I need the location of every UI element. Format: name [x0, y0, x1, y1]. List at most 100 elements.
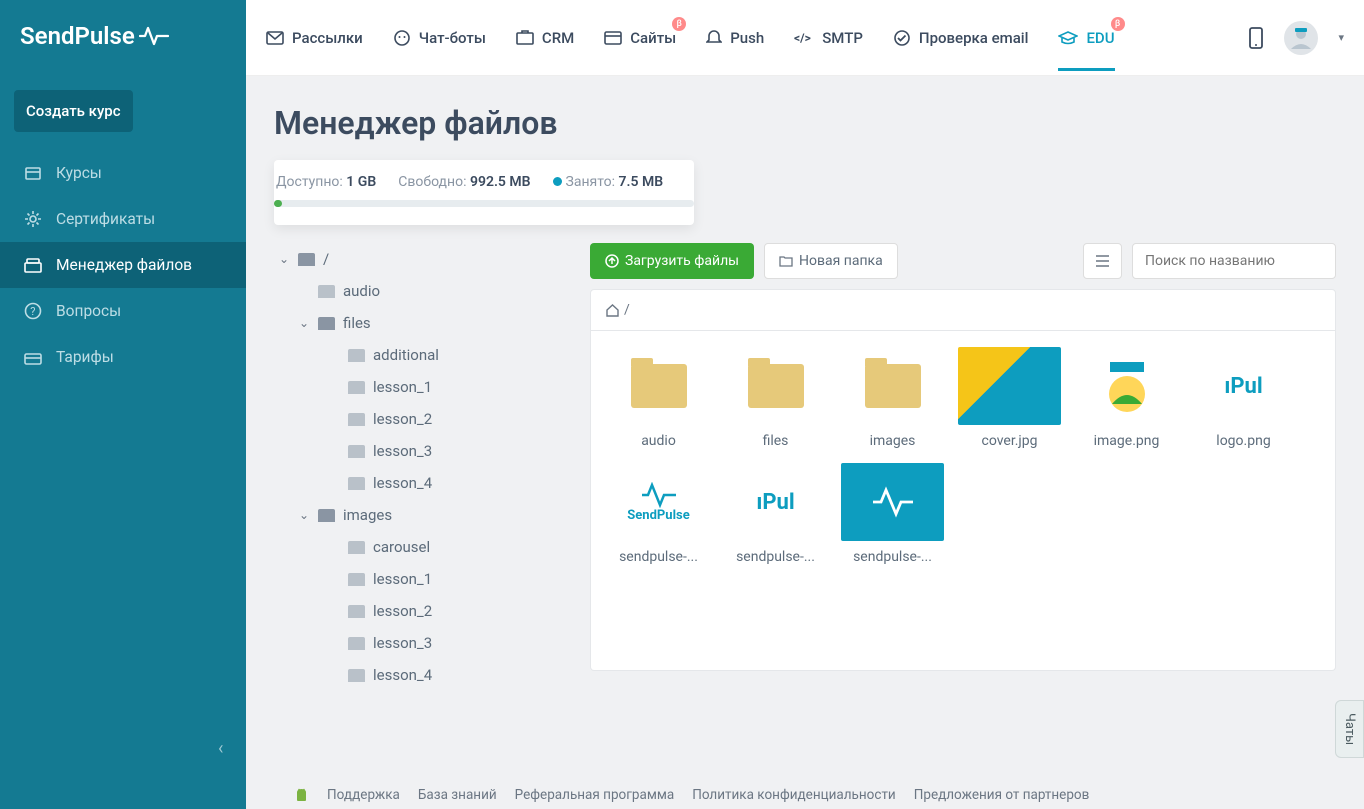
nav-Рассылки[interactable]: Рассылки [266, 29, 363, 47]
tree-node[interactable]: ⌄images [274, 499, 570, 531]
mobile-icon[interactable] [1248, 27, 1264, 49]
folder-icon [348, 445, 365, 458]
tree-node[interactable]: lesson_2 [274, 403, 570, 435]
sidebar-item-0[interactable]: Курсы [0, 150, 246, 196]
main-content: Менеджер файлов Доступно: 1 GB Свободно:… [246, 76, 1364, 783]
image-thumb [958, 347, 1061, 425]
footer-link[interactable]: База знаний [418, 787, 497, 803]
tree-node[interactable]: lesson_3 [274, 627, 570, 659]
beta-badge: β [1111, 17, 1125, 31]
nav-Проверка email[interactable]: Проверка email [893, 29, 1029, 47]
footer-link[interactable]: Поддержка [327, 787, 400, 803]
search-input[interactable] [1132, 243, 1336, 279]
file-grid: audiofilesimagescover.jpgimage.pngıPullo… [590, 331, 1336, 671]
caret-icon: ⌄ [298, 316, 310, 330]
folder-icon [348, 413, 365, 426]
sidebar-icon [24, 258, 42, 273]
chat-tab[interactable]: Чаты [1335, 700, 1364, 758]
file-tile[interactable]: SendPulse sendpulse-... [607, 463, 710, 565]
tree-node[interactable]: lesson_3 [274, 435, 570, 467]
file-name: sendpulse-... [724, 549, 827, 565]
folder-icon [348, 637, 365, 650]
image-thumb [1075, 347, 1178, 425]
svg-text:</>: </> [794, 31, 811, 45]
tree-node[interactable]: lesson_1 [274, 371, 570, 403]
folder-icon [348, 349, 365, 362]
footer-link[interactable]: Политика конфиденциальности [692, 787, 896, 803]
file-name: sendpulse-... [607, 549, 710, 565]
image-thumb [841, 463, 944, 541]
used-dot-icon [553, 177, 562, 186]
brand-logo[interactable]: SendPulse [0, 0, 246, 72]
image-thumb: ıPul [724, 463, 827, 541]
file-name: logo.png [1192, 433, 1295, 449]
android-icon[interactable] [294, 786, 309, 803]
footer: Поддержка База знаний Реферальная программ… [276, 786, 1089, 803]
pulse-icon [139, 25, 169, 47]
sidebar-item-1[interactable]: Сертификаты [0, 196, 246, 242]
breadcrumb[interactable]: / [590, 289, 1336, 331]
tree-node[interactable]: lesson_2 [274, 595, 570, 627]
tree-node[interactable]: audio [274, 275, 570, 307]
file-name: files [724, 433, 827, 449]
tree-node[interactable]: lesson_1 [274, 563, 570, 595]
folder-icon [318, 317, 335, 330]
svg-text:?: ? [30, 305, 35, 318]
folder-tree: ⌄/audio⌄filesadditionallesson_1lesson_2l… [274, 243, 570, 691]
user-avatar[interactable] [1284, 21, 1318, 55]
page-title: Менеджер файлов [274, 104, 1336, 142]
tree-node[interactable]: carousel [274, 531, 570, 563]
sidebar-item-3[interactable]: ?Вопросы [0, 288, 246, 334]
tree-node[interactable]: ⌄/ [274, 243, 570, 275]
folder-icon [348, 381, 365, 394]
upload-button[interactable]: Загрузить файлы [590, 243, 754, 279]
home-icon [605, 303, 620, 317]
sidebar: SendPulse Создать курс КурсыСертификатыМ… [0, 0, 246, 809]
file-tile[interactable]: image.png [1075, 347, 1178, 449]
file-toolbar: Загрузить файлы Новая папка [590, 243, 1336, 279]
file-tile[interactable]: files [724, 347, 827, 449]
file-tile[interactable]: cover.jpg [958, 347, 1061, 449]
brand-name: SendPulse [20, 22, 135, 50]
file-tile[interactable]: ıPul sendpulse-... [724, 463, 827, 565]
file-name: sendpulse-... [841, 549, 944, 565]
tree-node[interactable]: ⌄files [274, 307, 570, 339]
sidebar-icon [24, 350, 42, 365]
nav-SMTP[interactable]: </> SMTP [794, 29, 863, 47]
sidebar-icon: ? [24, 302, 42, 320]
tree-node[interactable]: lesson_4 [274, 659, 570, 691]
folder-large-icon [865, 364, 921, 408]
file-tile[interactable]: audio [607, 347, 710, 449]
footer-link[interactable]: Предложения от партнеров [914, 787, 1090, 803]
tree-node[interactable]: lesson_4 [274, 467, 570, 499]
nav-Чат-боты[interactable]: Чат-боты [393, 29, 486, 47]
file-tile[interactable]: sendpulse-... [841, 463, 944, 565]
tree-node[interactable]: additional [274, 339, 570, 371]
sidebar-collapse[interactable]: ‹ [218, 738, 223, 759]
nav-Push[interactable]: Push [706, 29, 764, 47]
file-tile[interactable]: ıPul logo.png [1192, 347, 1295, 449]
list-view-button[interactable] [1083, 243, 1122, 279]
file-tile[interactable]: images [841, 347, 944, 449]
sidebar-item-4[interactable]: Тарифы [0, 334, 246, 380]
footer-link[interactable]: Реферальная программа [515, 787, 675, 803]
file-name: audio [607, 433, 710, 449]
caret-icon: ⌄ [278, 252, 290, 266]
folder-large-icon [631, 364, 687, 408]
new-folder-button[interactable]: Новая папка [764, 243, 898, 279]
image-thumb: ıPul [1192, 347, 1295, 425]
folder-icon [298, 253, 315, 266]
image-thumb: SendPulse [607, 463, 710, 541]
create-course-button[interactable]: Создать курс [14, 90, 133, 132]
folder-icon [348, 541, 365, 554]
folder-icon [348, 669, 365, 682]
caret-down-icon[interactable]: ▾ [1338, 31, 1344, 44]
folder-icon [348, 477, 365, 490]
sidebar-item-2[interactable]: Менеджер файлов [0, 242, 246, 288]
beta-badge: β [672, 17, 686, 31]
nav-Сайты[interactable]: Сайтыβ [604, 29, 676, 47]
upload-icon [605, 254, 619, 268]
storage-stats: Доступно: 1 GB Свободно: 992.5 MB Занято… [274, 160, 694, 225]
nav-CRM[interactable]: CRM [516, 29, 574, 47]
nav-EDU[interactable]: EDUβ [1058, 29, 1114, 47]
